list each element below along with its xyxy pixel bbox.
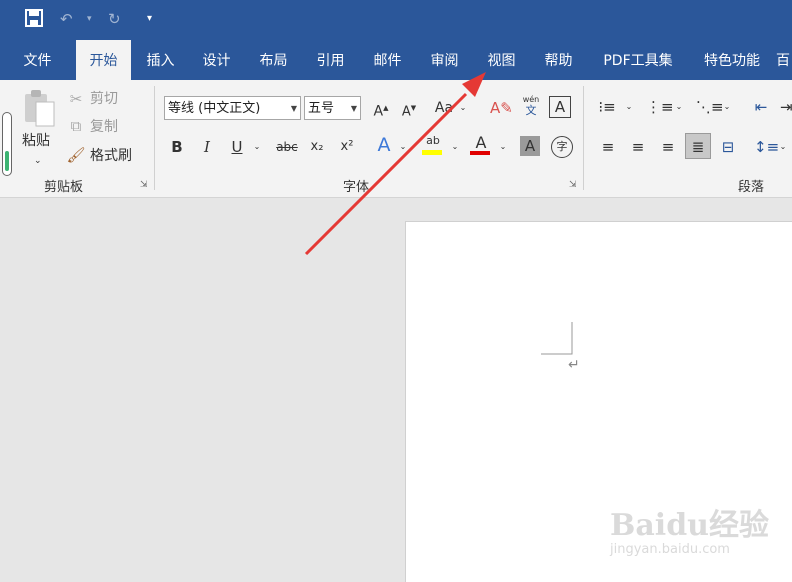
title-bar: ↶ ▾ ↻ ▾ (0, 0, 792, 40)
paste-icon[interactable] (22, 88, 56, 128)
enclose-characters-icon[interactable]: 字 (551, 136, 573, 158)
chevron-down-icon[interactable]: ⌄ (778, 136, 788, 158)
enclose-characters-label: 字 (556, 140, 568, 153)
group-divider (583, 86, 584, 190)
redo-icon[interactable]: ↻ (108, 8, 121, 30)
bullets-icon[interactable]: ⁝≡ (596, 96, 618, 118)
chevron-down-icon[interactable]: ⌄ (674, 96, 684, 118)
increase-indent-icon[interactable]: ⇥ (780, 96, 792, 118)
pinyin-bottom: 文 (525, 104, 537, 117)
justify-icon[interactable]: ≣ (685, 133, 711, 159)
chevron-down-icon[interactable]: ⌄ (458, 97, 468, 119)
copy-icon: ⧉ (70, 117, 82, 135)
paste-button[interactable]: 粘贴 (22, 130, 50, 152)
font-size-value: 五号 (308, 101, 335, 116)
chevron-down-icon[interactable]: ⌄ (498, 136, 508, 158)
italic-button[interactable]: I (198, 136, 216, 158)
shrink-font-icon[interactable]: A▼ (398, 97, 420, 123)
font-color-label: A (475, 133, 487, 152)
tab-review[interactable]: 审阅 (417, 40, 472, 80)
highlight-icon[interactable]: ab (422, 130, 444, 155)
tab-design[interactable]: 设计 (189, 40, 244, 80)
font-size-combo[interactable]: 五号 ▼ (304, 96, 361, 120)
change-case-label: Aa (434, 100, 454, 116)
tab-home[interactable]: 开始 (76, 40, 131, 80)
align-center-icon[interactable]: ≡ (627, 136, 649, 158)
format-painter-icon: 🖌 (66, 146, 86, 164)
tab-layout[interactable]: 布局 (246, 40, 301, 80)
chevron-down-icon[interactable]: ⌄ (722, 96, 732, 118)
scissors-icon: ✂ (69, 90, 83, 108)
tab-file[interactable]: 文件 (10, 40, 65, 80)
tab-special-features[interactable]: 特色功能 (692, 40, 772, 80)
clipboard-launcher-icon[interactable]: ⇲ (140, 180, 148, 190)
cut-button[interactable]: 剪切 (90, 88, 118, 110)
grow-font-icon[interactable]: A▲ (370, 97, 392, 123)
phonetic-guide-icon[interactable]: wén 文 (520, 94, 542, 116)
clear-formatting-icon[interactable]: A✎ (490, 97, 513, 119)
tab-view[interactable]: 视图 (474, 40, 529, 80)
tab-mailings[interactable]: 邮件 (360, 40, 415, 80)
margin-corner-mark (536, 319, 576, 359)
character-border-icon[interactable]: A (549, 96, 571, 118)
align-left-icon[interactable]: ≡ (597, 136, 619, 158)
chevron-down-icon[interactable]: ⌄ (450, 136, 460, 158)
character-shading-label: A (524, 137, 536, 155)
tab-help[interactable]: 帮助 (531, 40, 586, 80)
clipboard-group-label: 剪贴板 (44, 180, 84, 195)
group-divider (154, 86, 155, 190)
save-icon[interactable] (24, 8, 44, 34)
paste-dropdown-icon[interactable]: ⌄ (34, 150, 42, 172)
watermark-brand: Baidu经验 (610, 508, 769, 543)
tab-references[interactable]: 引用 (303, 40, 358, 80)
highlight-label: ab (426, 134, 440, 147)
strikethrough-button[interactable]: abc (274, 136, 300, 158)
chevron-down-icon[interactable]: ⌄ (252, 136, 262, 158)
ribbon-scroll-handle[interactable] (2, 112, 12, 176)
subscript-button[interactable]: x₂ (306, 136, 328, 158)
customize-toolbar-icon[interactable]: ▾ (147, 8, 152, 30)
chevron-down-icon[interactable]: ⌄ (624, 96, 634, 118)
align-right-icon[interactable]: ≡ (657, 136, 679, 158)
paragraph-group-label: 段落 (738, 180, 765, 195)
superscript-button[interactable]: x² (336, 136, 358, 158)
change-case-icon[interactable]: Aa (432, 97, 456, 119)
line-spacing-icon[interactable]: ↕≡ (754, 136, 779, 158)
font-launcher-icon[interactable]: ⇲ (569, 180, 577, 190)
undo-dropdown-icon[interactable]: ▾ (87, 8, 92, 30)
copy-button[interactable]: 复制 (90, 116, 118, 138)
font-name-value: 等线 (中文正文) (168, 101, 261, 116)
decrease-indent-icon[interactable]: ⇤ (750, 96, 772, 118)
chevron-down-icon: ▼ (290, 104, 297, 113)
font-name-combo[interactable]: 等线 (中文正文) ▼ (164, 96, 301, 120)
chevron-down-icon[interactable]: ⌄ (398, 136, 408, 158)
font-color-icon[interactable]: A (470, 132, 492, 155)
format-painter-button[interactable]: 格式刷 (90, 145, 132, 167)
tab-more[interactable]: 百 (776, 40, 792, 80)
underline-button[interactable]: U (228, 136, 246, 158)
tab-pdf-tools[interactable]: PDF工具集 (592, 40, 684, 80)
bold-button[interactable]: B (168, 136, 186, 158)
watermark-url: jingyan.baidu.com (610, 542, 730, 557)
numbering-icon[interactable]: ⋮≡ (646, 96, 674, 118)
undo-icon[interactable]: ↶ (60, 8, 73, 30)
chevron-down-icon: ▼ (350, 104, 357, 113)
character-shading-icon[interactable]: A (520, 136, 540, 156)
paragraph-mark-icon: ↵ (568, 357, 580, 373)
multilevel-list-icon[interactable]: ⋱≡ (696, 96, 724, 118)
baidu-watermark: Baidu经验 jingyan.baidu.com (580, 500, 770, 570)
text-effects-icon[interactable]: A (372, 134, 396, 156)
ribbon-tabs: 文件 开始 插入 设计 布局 引用 邮件 审阅 视图 帮助 PDF工具集 特色功… (0, 40, 792, 80)
ribbon: 粘贴 ⌄ ✂ 剪切 ⧉ 复制 🖌 格式刷 剪贴板 ⇲ 等线 (中文正文) ▼ 五… (0, 80, 792, 198)
character-border-label: A (554, 98, 566, 116)
font-group-label: 字体 (343, 180, 370, 195)
tab-insert[interactable]: 插入 (133, 40, 188, 80)
distributed-icon[interactable]: ⊟ (717, 136, 739, 158)
